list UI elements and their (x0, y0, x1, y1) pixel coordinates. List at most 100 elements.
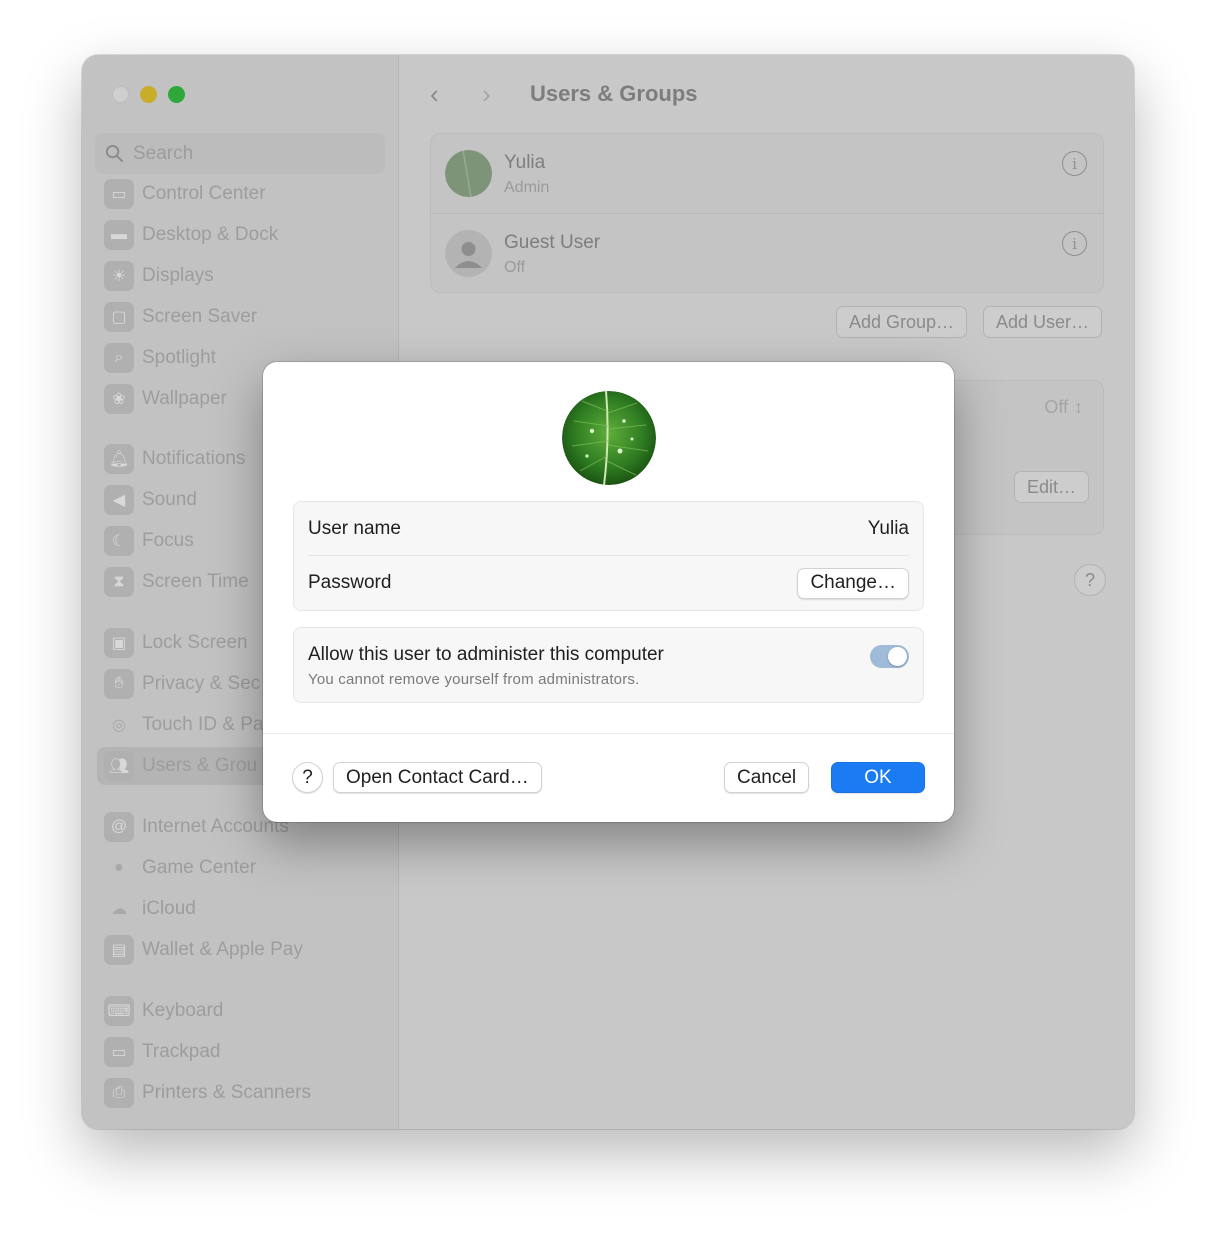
sidebar-item-label: Spotlight (142, 347, 216, 368)
updown-chevron-icon: ↕ (1074, 397, 1083, 417)
sidebar-item-label: Trackpad (142, 1041, 221, 1062)
printer-icon: ⎙ (104, 1078, 134, 1108)
user-row-guest[interactable]: Guest User Off i (431, 214, 1103, 294)
sidebar-item-displays[interactable]: ☀ Displays (97, 257, 387, 295)
users-icon: 👥︎ (104, 751, 134, 781)
sidebar-item-screen-saver[interactable]: ▢ Screen Saver (97, 298, 387, 336)
add-group-button[interactable]: Add Group… (836, 306, 968, 338)
notifications-icon: 🔔︎ (104, 444, 134, 474)
screen-saver-icon: ▢ (104, 302, 134, 332)
game-center-icon: ● (114, 859, 124, 876)
sidebar-item-label: Game Center (142, 857, 257, 878)
off-select[interactable]: Off ↕ (1044, 397, 1083, 418)
sidebar-item-label: Privacy & Sec (142, 673, 261, 694)
lock-icon: ▣ (104, 628, 134, 658)
search-icon (105, 144, 124, 163)
username-value: Yulia (867, 517, 909, 539)
sidebar-item-label: Notifications (142, 448, 246, 469)
user-name: Guest User (504, 232, 601, 253)
sidebar-item-game-center[interactable]: ● Game Center (97, 849, 387, 887)
help-button[interactable]: ? (1074, 564, 1106, 596)
cancel-button[interactable]: Cancel (724, 762, 810, 793)
guest-avatar-icon (445, 230, 492, 277)
sidebar-item-label: Internet Accounts (142, 816, 289, 837)
sound-icon: ◀︎ (104, 485, 134, 515)
back-chevron-icon[interactable]: ‹ (430, 79, 439, 110)
admin-group: Allow this user to administer this compu… (293, 627, 924, 703)
admin-toggle-description: You cannot remove yourself from administ… (308, 671, 640, 688)
sidebar-item-trackpad[interactable]: ▭ Trackpad (97, 1033, 387, 1071)
search-field[interactable]: Search (95, 133, 385, 174)
password-row: Password Change… (308, 556, 909, 610)
toggle-knob (888, 647, 907, 666)
open-contact-card-button[interactable]: Open Contact Card… (333, 762, 542, 793)
search-placeholder: Search (133, 142, 194, 164)
sidebar-item-label: Sound (142, 489, 197, 510)
sidebar-item-wallet[interactable]: ▤ Wallet & Apple Pay (97, 931, 387, 969)
account-group: User name Yulia Password Change… (293, 501, 924, 611)
trackpad-icon: ▭ (104, 1037, 134, 1067)
password-label: Password (308, 572, 392, 593)
minimize-window-button[interactable] (140, 86, 157, 103)
add-user-button[interactable]: Add User… (983, 306, 1103, 338)
username-label: User name (308, 517, 401, 539)
sidebar-item-label: Wallet & Apple Pay (142, 939, 303, 960)
user-row-yulia[interactable]: Yulia Admin i (431, 134, 1103, 214)
sidebar-item-label: iCloud (142, 898, 196, 919)
dialog-help-button[interactable]: ? (292, 762, 323, 793)
sidebar-item-label: Focus (142, 530, 194, 551)
sidebar-item-label: Lock Screen (142, 632, 248, 653)
admin-toggle-label: Allow this user to administer this compu… (308, 644, 664, 665)
close-window-button[interactable] (112, 86, 129, 103)
sidebar-item-label: Desktop & Dock (142, 224, 279, 245)
users-list: Yulia Admin i Guest User Off i (430, 133, 1104, 293)
avatar (445, 150, 492, 197)
screen-time-icon: ⧗ (104, 567, 134, 597)
info-icon[interactable]: i (1062, 231, 1087, 256)
change-password-button[interactable]: Change… (797, 567, 909, 599)
displays-icon: ☀ (104, 261, 134, 291)
keyboard-icon: ⌨ (104, 996, 134, 1026)
sidebar-item-label: Keyboard (142, 1000, 224, 1021)
at-icon: @ (104, 812, 134, 842)
fingerprint-icon: ◎ (112, 717, 126, 734)
spotlight-icon: ⌕ (104, 343, 134, 373)
forward-chevron-icon[interactable]: › (482, 79, 491, 110)
cloud-icon: ☁ (111, 901, 127, 918)
ok-button[interactable]: OK (831, 762, 925, 793)
sidebar-item-printers[interactable]: ⎙ Printers & Scanners (97, 1074, 387, 1112)
user-details-dialog: User name Yulia Password Change… Allow t… (263, 362, 954, 822)
select-value: Off (1044, 397, 1068, 417)
edit-button[interactable]: Edit… (1013, 471, 1089, 503)
footer-divider (263, 733, 954, 734)
user-role: Off (504, 259, 526, 276)
admin-toggle[interactable] (870, 645, 909, 668)
hand-icon: ✋︎ (104, 669, 134, 699)
sidebar-item-label: Wallpaper (142, 388, 227, 409)
desktop-dock-icon: ▬ (104, 220, 134, 250)
focus-icon: ☾ (104, 526, 134, 556)
sidebar-item-label: Screen Time (142, 571, 249, 592)
sidebar-item-icloud[interactable]: ☁ iCloud (97, 890, 387, 928)
wallet-icon: ▤ (104, 935, 134, 965)
sidebar-item-control-center[interactable]: ▭ Control Center (97, 175, 387, 213)
sidebar-item-label: Screen Saver (142, 306, 258, 327)
page-title: Users & Groups (530, 81, 698, 106)
username-row: User name Yulia (308, 502, 909, 556)
user-name: Yulia (504, 152, 546, 173)
sidebar-item-label: Displays (142, 265, 214, 286)
sidebar-item-keyboard[interactable]: ⌨ Keyboard (97, 992, 387, 1030)
sidebar-item-desktop-dock[interactable]: ▬ Desktop & Dock (97, 216, 387, 254)
info-icon[interactable]: i (1062, 151, 1087, 176)
leaf-avatar[interactable] (562, 391, 656, 485)
sidebar-item-label: Control Center (142, 183, 266, 204)
sidebar-item-label: Users & Grou (142, 755, 258, 776)
dialog-footer: ? Open Contact Card… Cancel OK (263, 762, 954, 794)
sidebar-item-label: Printers & Scanners (142, 1082, 311, 1103)
zoom-window-button[interactable] (168, 86, 185, 103)
control-center-icon: ▭ (104, 179, 134, 209)
user-role: Admin (504, 179, 550, 196)
sidebar-item-label: Touch ID & Pa (142, 714, 264, 735)
wallpaper-icon: ❀ (104, 384, 134, 414)
traffic-lights (112, 86, 185, 103)
